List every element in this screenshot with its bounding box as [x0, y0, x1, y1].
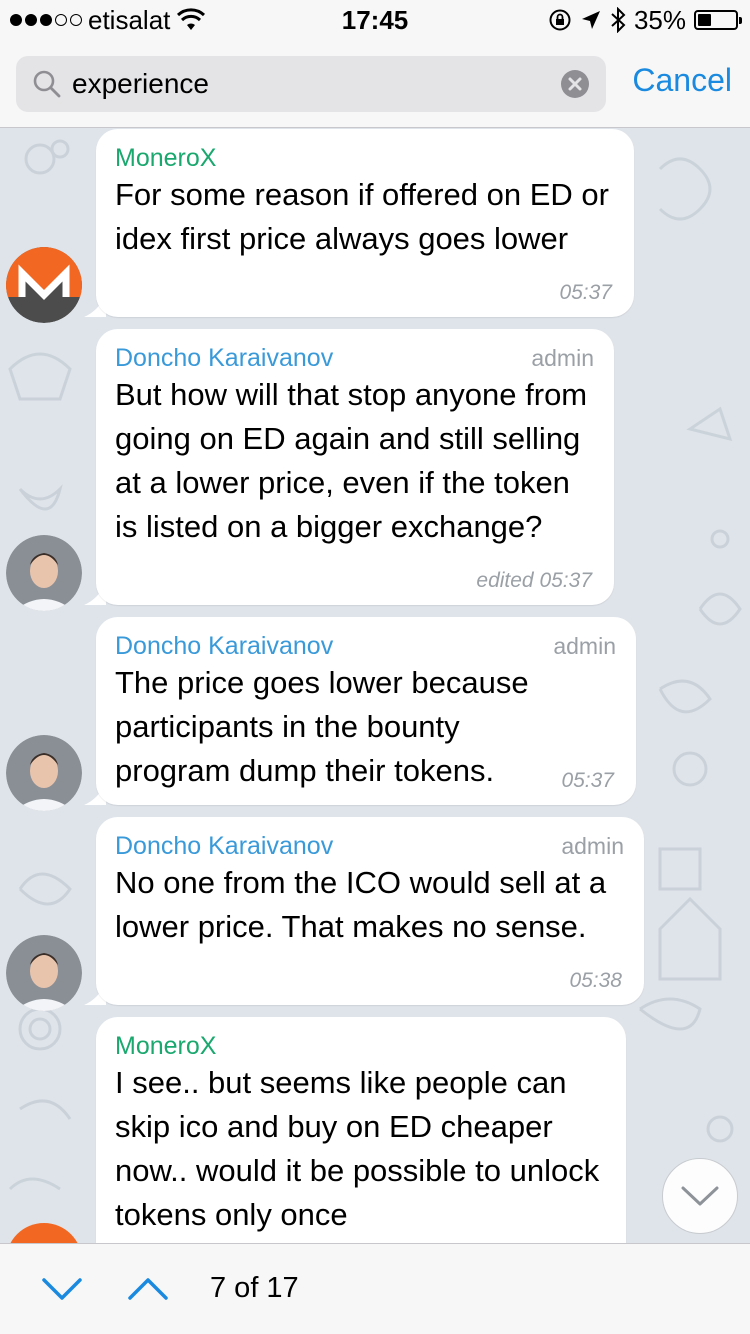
message-sender-row: Doncho Karaivanov admin [115, 831, 624, 861]
chat-area[interactable]: MoneroX For some reason if offered on ED… [0, 129, 750, 1243]
result-counter: 7 of 17 [210, 1272, 299, 1304]
message-text: I see.. but seems like people can skip i… [115, 1065, 600, 1232]
sender-name[interactable]: Doncho Karaivanov [115, 831, 333, 861]
admin-badge: admin [553, 633, 616, 659]
battery-percent: 35% [633, 4, 686, 35]
search-input[interactable]: experience [16, 56, 606, 112]
avatar-doncho[interactable] [6, 535, 82, 611]
avatar-doncho[interactable] [6, 935, 82, 1011]
message-sender-row: Doncho Karaivanov admin [115, 631, 616, 661]
message-bubble[interactable]: Doncho Karaivanov admin No one from the … [96, 817, 644, 1005]
sender-name[interactable]: MoneroX [115, 1031, 216, 1061]
monero-logo-icon [6, 247, 82, 323]
sender-name[interactable]: Doncho Karaivanov [115, 343, 333, 373]
previous-result-button[interactable] [126, 1272, 170, 1306]
message-text: The price goes lower because participant… [115, 665, 529, 788]
message-time: 05:38 [569, 969, 622, 992]
message-time: 05:37 [561, 769, 614, 792]
message-bubble[interactable]: Doncho Karaivanov admin But how will tha… [96, 329, 614, 605]
avatar-monerox[interactable] [6, 247, 82, 323]
user-photo-icon [6, 535, 82, 611]
message-text: But how will that stop anyone from going… [115, 377, 588, 544]
message-bubble[interactable]: MoneroX I see.. but seems like people ca… [96, 1017, 626, 1243]
admin-badge: admin [561, 833, 624, 859]
avatar-doncho[interactable] [6, 735, 82, 811]
message-bubble[interactable]: MoneroX For some reason if offered on ED… [96, 129, 634, 317]
status-bar: etisalat 17:45 35% [0, 0, 750, 40]
message-sender-row: MoneroX [115, 143, 614, 173]
message-time: 05:37 [559, 281, 612, 304]
status-right-group: 35% [548, 4, 742, 36]
search-header: experience Cancel [0, 40, 750, 128]
message-sender-row: MoneroX [115, 1031, 606, 1061]
message-bubble[interactable]: Doncho Karaivanov admin The price goes l… [96, 617, 636, 805]
sender-name[interactable]: Doncho Karaivanov [115, 631, 333, 661]
cancel-button[interactable]: Cancel [632, 62, 732, 99]
chevron-down-icon [681, 1186, 719, 1206]
admin-badge: admin [531, 345, 594, 371]
battery-level [698, 14, 711, 26]
message-sender-row: Doncho Karaivanov admin [115, 343, 594, 373]
next-result-button[interactable] [40, 1272, 84, 1306]
lock-rotation-icon [549, 9, 571, 31]
user-photo-icon [6, 735, 82, 811]
battery-icon [694, 10, 742, 30]
bluetooth-icon [611, 7, 626, 33]
location-icon [581, 11, 600, 29]
message-text: For some reason if offered on ED or idex… [115, 177, 609, 256]
search-query[interactable]: experience [72, 68, 560, 100]
scroll-to-bottom-button[interactable] [662, 1158, 738, 1234]
search-icon [33, 70, 61, 98]
message-time: edited 05:37 [476, 569, 592, 592]
sender-name[interactable]: MoneroX [115, 143, 216, 173]
clear-icon[interactable] [560, 69, 590, 99]
search-results-bar: 7 of 17 [0, 1243, 750, 1334]
message-text: No one from the ICO would sell at a lowe… [115, 865, 607, 944]
user-photo-icon [6, 935, 82, 1011]
